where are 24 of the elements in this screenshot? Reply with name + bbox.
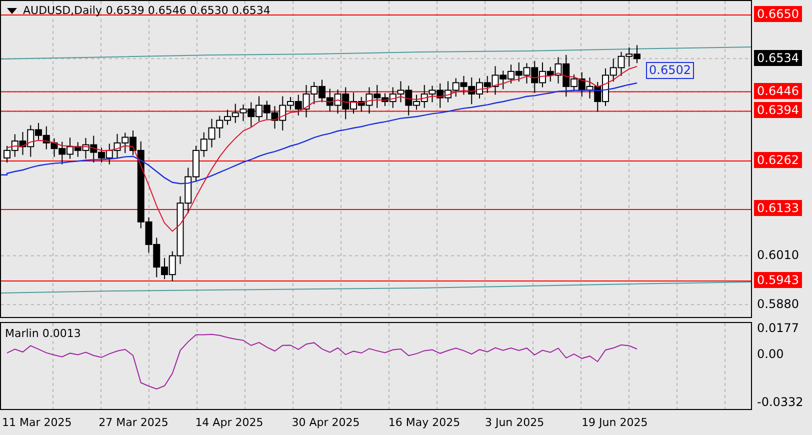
price-label: 0.5880 [756, 296, 800, 312]
indicator-axis-label: 0.00 [756, 346, 785, 362]
date-label: 16 May 2025 [388, 416, 462, 429]
price-label: 0.5943 [754, 272, 802, 288]
moving-average-price-tag: 0.6502 [646, 62, 694, 79]
ohlc-quote: 0.6539 0.6546 0.6530 0.6534 [106, 4, 270, 17]
date-label: 3 Jun 2025 [484, 416, 546, 429]
price-label: 0.6650 [754, 6, 802, 22]
date-label: 11 Mar 2025 [2, 416, 73, 429]
date-label: 19 Jun 2025 [582, 416, 649, 429]
price-label: 0.6133 [754, 200, 802, 216]
indicator-axis-label: -0.0332 [756, 394, 804, 410]
dropdown-triangle-icon[interactable] [7, 8, 17, 14]
price-label: 0.6262 [754, 152, 802, 168]
price-label: 0.6394 [754, 102, 802, 118]
date-label: 27 Mar 2025 [98, 416, 170, 429]
price-label: 0.6446 [754, 82, 802, 99]
indicator-label: Marlin 0.0013 [5, 327, 81, 340]
price-label: 0.6534 [754, 50, 802, 66]
symbol-label: AUDUSD,Daily [23, 4, 102, 17]
date-label: 30 Apr 2025 [292, 416, 361, 429]
date-label: 14 Apr 2025 [195, 416, 264, 429]
price-label: 0.6010 [756, 246, 800, 263]
indicator-axis-label: 0.0177 [756, 320, 800, 336]
